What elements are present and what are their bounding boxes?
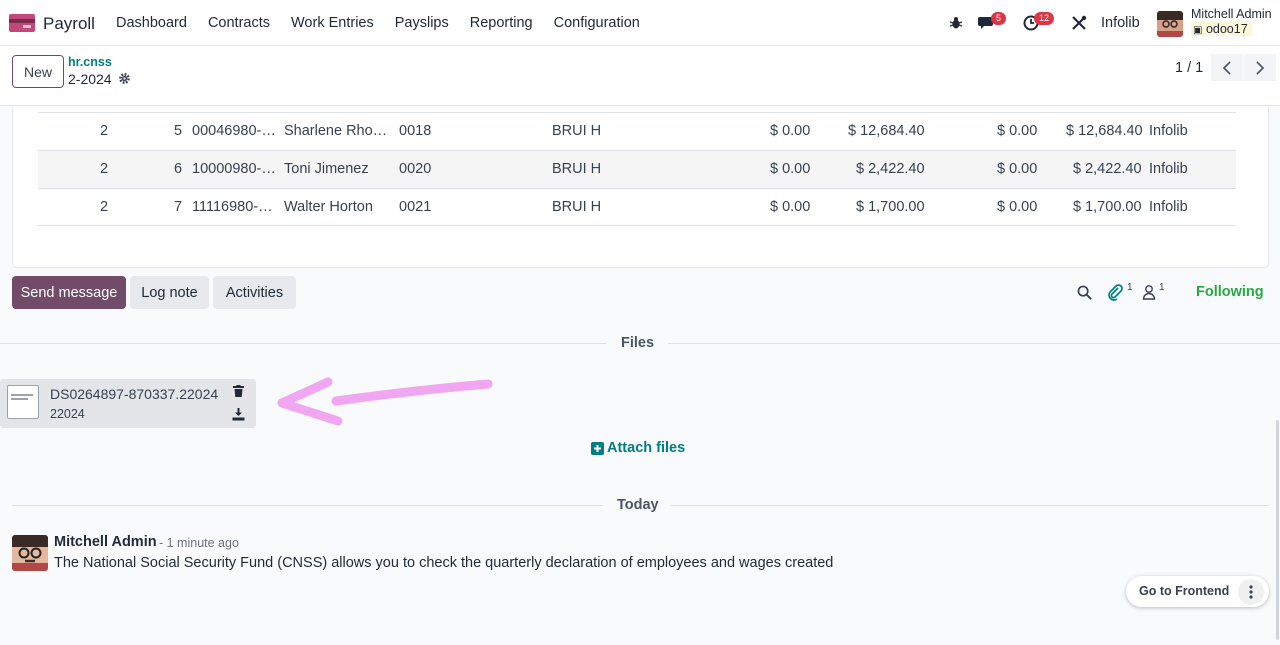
annotation-arrow-icon	[277, 377, 493, 426]
cell-company: Infolib	[1149, 161, 1188, 177]
send-message-button[interactable]: Send message	[12, 276, 126, 309]
cell-employee: Sharlene Rho…	[284, 123, 388, 139]
files-separator-left	[0, 343, 606, 344]
search-icon[interactable]	[1077, 285, 1092, 300]
plus-square-icon	[591, 441, 604, 455]
pager-next-button[interactable]	[1244, 54, 1276, 81]
cell-type: BRUI H	[552, 199, 602, 215]
tools-icon[interactable]	[1071, 15, 1087, 31]
today-heading: Today	[617, 497, 659, 513]
table-row[interactable]: 2 7 11116980-… Walter Horton 0021 BRUI H…	[38, 188, 1236, 226]
attachments-count: 1	[1127, 282, 1133, 293]
message-body: The National Social Security Fund (CNSS)…	[54, 555, 834, 571]
user-avatar[interactable]	[1157, 11, 1183, 37]
cell-amount-2: $ 1,700.00	[856, 199, 925, 215]
download-icon[interactable]	[232, 408, 245, 421]
vertical-ellipsis-icon	[1249, 585, 1253, 599]
cell-type: BRUI H	[552, 123, 602, 139]
cell-amount-3: $ 0.00	[997, 123, 1038, 139]
cell-sequence: 6	[174, 161, 183, 177]
form-sheet: 2 5 00046980-… Sharlene Rho… 0018 BRUI H…	[12, 106, 1269, 268]
cell-amount-2: $ 12,684.40	[848, 123, 925, 139]
cell-code: 0018	[399, 123, 432, 139]
menu-dashboard[interactable]: Dashboard	[116, 15, 187, 31]
cell-cnss-number: 10000980-…	[192, 161, 276, 177]
chevron-left-icon	[1222, 60, 1231, 75]
cell-employee: Walter Horton	[284, 199, 373, 215]
menu-contracts[interactable]: Contracts	[208, 15, 270, 31]
followers-count: 1	[1159, 282, 1165, 293]
messages-badge: 5	[991, 12, 1007, 25]
cell-quarter: 2	[100, 123, 109, 139]
menu-payslips[interactable]: Payslips	[395, 15, 449, 31]
cell-code: 0021	[399, 199, 432, 215]
cell-amount-1: $ 0.00	[770, 123, 811, 139]
log-note-button[interactable]: Log note	[130, 276, 209, 309]
database-icon: ▣	[1193, 25, 1203, 36]
attach-files-button[interactable]: Attach files	[591, 440, 685, 456]
followers-user-icon[interactable]	[1142, 284, 1156, 300]
cell-amount-1: $ 0.00	[770, 199, 811, 215]
cell-amount-3: $ 0.00	[997, 199, 1038, 215]
main-menu: Dashboard Contracts Work Entries Payslip…	[116, 15, 661, 31]
table-row[interactable]: 2 5 00046980-… Sharlene Rho… 0018 BRUI H…	[38, 112, 1236, 150]
debug-bug-icon[interactable]	[949, 16, 963, 30]
top-navbar: Payroll Dashboard Contracts Work Entries…	[0, 0, 1280, 46]
cell-type: BRUI H	[552, 161, 602, 177]
attachment-name: DS0264897-870337.22024	[50, 386, 219, 402]
following-button[interactable]: Following	[1196, 284, 1264, 300]
breadcrumb-record: 2-2024	[68, 71, 112, 87]
pager-value[interactable]: 1 / 1	[1175, 60, 1203, 76]
activities-badge: 12	[1034, 12, 1055, 25]
cell-amount-4: $ 12,684.40	[1066, 123, 1143, 139]
breadcrumb-model[interactable]: hr.cnss	[68, 55, 112, 69]
cell-amount-3: $ 0.00	[997, 161, 1038, 177]
trash-icon[interactable]	[233, 385, 244, 397]
payroll-app-icon[interactable]	[9, 14, 35, 32]
cell-company: Infolib	[1149, 199, 1188, 215]
today-separator-right	[671, 505, 1269, 506]
gear-icon[interactable]	[118, 72, 131, 85]
cell-cnss-number: 00046980-…	[192, 123, 276, 139]
message-author[interactable]: Mitchell Admin	[54, 534, 157, 550]
menu-reporting[interactable]: Reporting	[470, 15, 533, 31]
company-switcher[interactable]: Infolib	[1101, 15, 1140, 31]
cell-amount-1: $ 0.00	[770, 161, 811, 177]
go-to-frontend-button[interactable]: Go to Frontend	[1139, 584, 1229, 598]
app-name[interactable]: Payroll	[43, 14, 95, 34]
cell-amount-2: $ 2,422.40	[856, 161, 925, 177]
cell-cnss-number: 11116980-…	[192, 199, 273, 215]
page-scrollbar[interactable]	[1276, 420, 1279, 640]
cell-sequence: 7	[174, 199, 183, 215]
cell-company: Infolib	[1149, 123, 1188, 139]
cell-amount-4: $ 2,422.40	[1073, 161, 1142, 177]
files-heading: Files	[621, 335, 655, 351]
message-author-avatar[interactable]	[12, 535, 48, 571]
attachment-extension: 22024	[50, 407, 85, 421]
go-to-frontend-widget: Go to Frontend	[1126, 576, 1269, 607]
new-button[interactable]: New	[12, 55, 64, 88]
cell-code: 0020	[399, 161, 432, 177]
cell-sequence: 5	[174, 123, 183, 139]
paperclip-icon[interactable]	[1107, 283, 1123, 301]
user-name[interactable]: Mitchell Admin	[1191, 7, 1272, 21]
menu-work-entries[interactable]: Work Entries	[291, 15, 374, 31]
database-name: ▣ odoo17	[1191, 22, 1252, 36]
cell-employee: Toni Jimenez	[284, 161, 369, 177]
message-timestamp: - 1 minute ago	[159, 536, 239, 550]
pager-previous-button[interactable]	[1211, 54, 1243, 81]
cell-amount-4: $ 1,700.00	[1073, 199, 1142, 215]
today-separator-left	[12, 505, 603, 506]
files-separator-right	[668, 343, 1280, 344]
menu-configuration[interactable]: Configuration	[554, 15, 640, 31]
attachment-card[interactable]: DS0264897-870337.22024 22024	[0, 379, 256, 428]
more-options-button[interactable]	[1238, 579, 1264, 605]
file-icon	[7, 385, 39, 419]
chevron-right-icon	[1256, 60, 1265, 75]
cell-quarter: 2	[100, 161, 109, 177]
activities-button[interactable]: Activities	[213, 276, 296, 309]
cell-quarter: 2	[100, 199, 109, 215]
table-row[interactable]: 2 6 10000980-… Toni Jimenez 0020 BRUI H …	[38, 150, 1236, 188]
control-panel: New hr.cnss 2-2024 1 / 1	[0, 46, 1280, 106]
